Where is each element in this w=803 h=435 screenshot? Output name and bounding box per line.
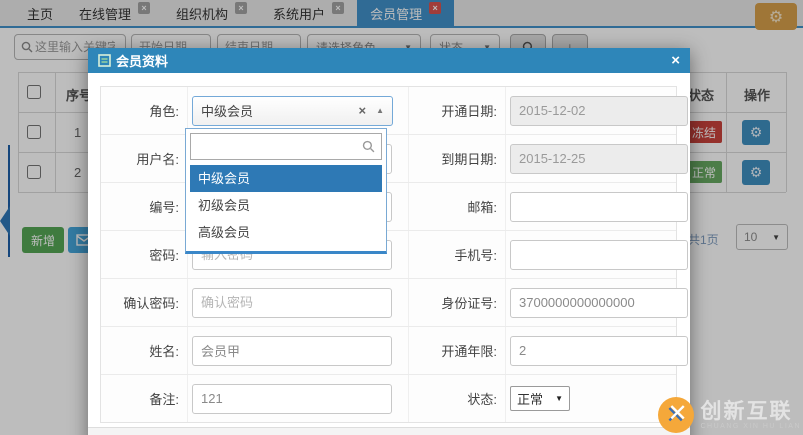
name-input[interactable] <box>192 335 392 366</box>
watermark-logo-icon: ✕ ✕ <box>658 397 695 433</box>
email-label: 邮箱: <box>467 200 497 215</box>
status-select-value: 正常 <box>517 392 544 407</box>
phone-input[interactable] <box>510 239 688 270</box>
years-label: 开通年限: <box>441 344 497 359</box>
role-dropdown-panel: 中级会员 初级会员 高级会员 <box>185 128 387 254</box>
open-date-label: 开通日期: <box>441 104 497 119</box>
dialog-title: 会员资料 <box>116 54 169 69</box>
dialog-body: 角色: 中级会员 × ▲ 开通日期: 用户名: <box>88 73 690 435</box>
dialog-header: 会员资料 × <box>88 48 690 73</box>
confirm-password-label: 确认密码: <box>123 296 179 311</box>
status-select[interactable]: 正常 ▼ <box>510 386 570 411</box>
dropdown-option-junior[interactable]: 初级会员 <box>190 192 382 219</box>
role-select-value: 中级会员 <box>201 104 254 119</box>
phone-label: 手机号: <box>454 248 497 263</box>
open-date-input <box>510 95 688 126</box>
name-label: 姓名: <box>149 344 179 359</box>
member-info-dialog: 会员资料 × 角色: 中级会员 × ▲ 开通日期: 2015-12-02 用户名… <box>88 48 690 435</box>
status-label: 状态: <box>467 392 497 407</box>
form-row-name: 姓名: 开通年限: <box>101 327 688 375</box>
id-number-label: 身份证号: <box>441 296 497 311</box>
clear-icon[interactable]: × <box>358 103 366 118</box>
number-label: 编号: <box>149 200 179 215</box>
expire-date-input <box>510 143 688 174</box>
years-input[interactable] <box>510 335 688 366</box>
confirm-password-input[interactable] <box>192 287 392 318</box>
watermark: ✕ ✕ 创新互联 CHUANG XIN HU LIAN <box>658 397 801 433</box>
form-row-confirm-password: 确认密码: 身份证号: <box>101 279 688 327</box>
role-label: 角色: <box>149 104 179 119</box>
username-label: 用户名: <box>136 152 179 167</box>
dialog-footer <box>88 427 690 435</box>
dropdown-option-intermediate[interactable]: 中级会员 <box>190 165 382 192</box>
form-row-remark: 备注: 状态: 正常 ▼ <box>101 375 676 422</box>
password-label: 密码: <box>149 248 179 263</box>
close-icon[interactable]: × <box>671 53 680 68</box>
id-number-input[interactable] <box>510 287 688 318</box>
dropdown-option-senior[interactable]: 高级会员 <box>190 219 382 246</box>
chevron-down-icon: ▼ <box>555 394 563 403</box>
form-icon <box>98 54 111 67</box>
dropdown-option-list: 中级会员 初级会员 高级会员 <box>190 165 382 246</box>
email-input[interactable] <box>510 191 688 222</box>
remark-label: 备注: <box>149 392 179 407</box>
expire-date-label: 到期日期: <box>441 152 497 167</box>
chevron-up-icon[interactable]: ▲ <box>376 106 384 115</box>
watermark-subtitle: CHUANG XIN HU LIAN <box>700 422 801 430</box>
role-select[interactable]: 中级会员 × ▲ <box>192 95 393 126</box>
member-management-page: 主页 在线管理 × 组织机构 × 系统用户 × 会员管理 × 这里输入关键字 开… <box>0 0 803 435</box>
remark-input[interactable] <box>192 383 392 414</box>
dropdown-search-field[interactable] <box>190 133 382 160</box>
watermark-title: 创新互联 <box>700 399 793 423</box>
search-icon <box>362 140 375 153</box>
